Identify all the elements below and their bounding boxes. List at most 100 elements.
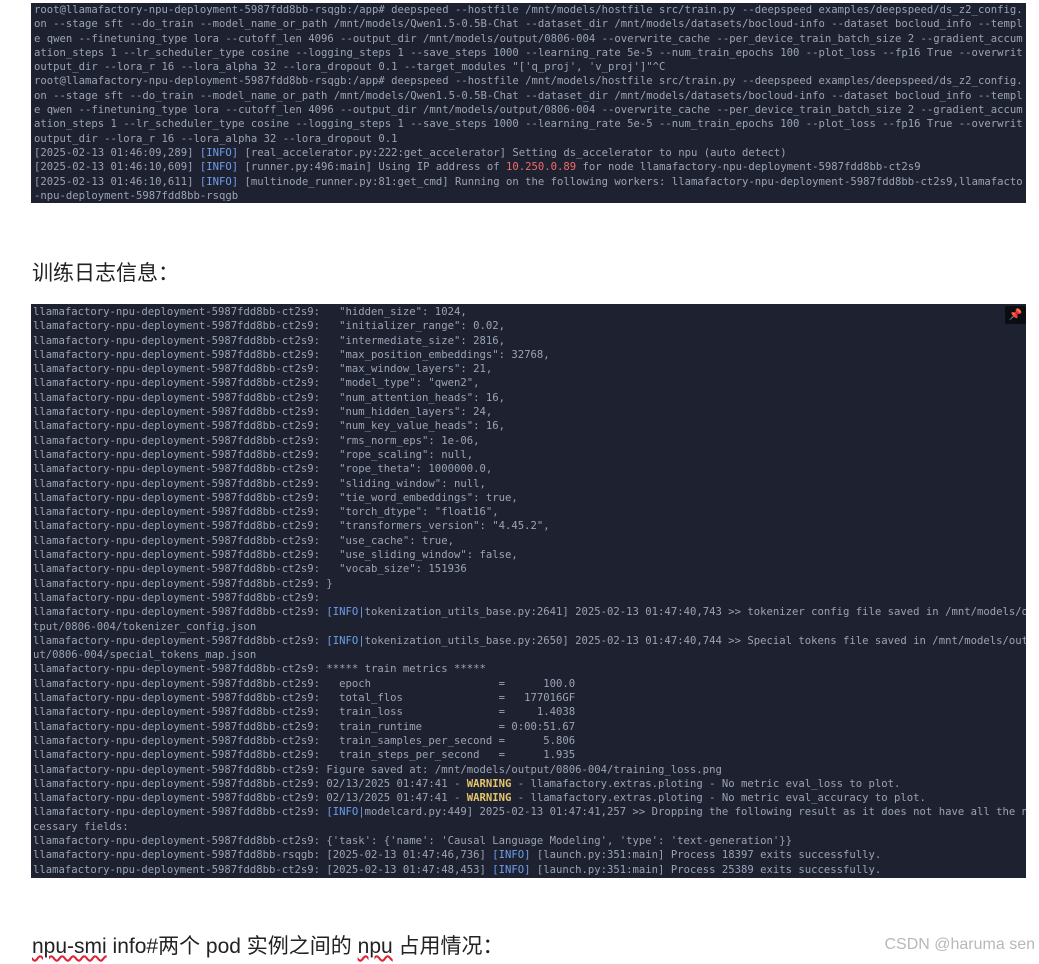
terminal-top-line: on --stage sft --do_train --model_name_o… xyxy=(34,89,1023,103)
log-text: llamafactory-npu-deployment-5987fdd8bb-c… xyxy=(33,463,493,476)
log-text: - llamafactory.extras.ploting - No metri… xyxy=(511,777,901,790)
log-text: llamafactory-npu-deployment-5987fdd8bb-c… xyxy=(33,677,576,690)
log-text: llamafactory-npu-deployment-5987fdd8bb-c… xyxy=(33,777,467,790)
terminal-bottom-line: llamafactory-npu-deployment-5987fdd8bb-c… xyxy=(33,591,1026,605)
terminal-top-line: root@llamafactory-npu-deployment-5987fdd… xyxy=(34,74,1023,88)
caption-word-pod: pod xyxy=(205,935,241,958)
terminal-bottom-line: llamafactory-npu-deployment-5987fdd8bb-c… xyxy=(33,477,1026,491)
terminal-bottom-line: llamafactory-npu-deployment-5987fdd8bb-c… xyxy=(33,662,1026,676)
terminal-bottom-line: llamafactory-npu-deployment-5987fdd8bb-c… xyxy=(33,405,1026,419)
log-text: cessary fields: xyxy=(33,820,129,833)
log-text: on --stage sft --do_train --model_name_o… xyxy=(34,89,1023,102)
log-text: llamafactory-npu-deployment-5987fdd8bb-c… xyxy=(33,534,454,547)
log-text: modelcard.py:449] 2025-02-13 01:47:41,25… xyxy=(364,806,1026,819)
log-text: on --stage sft --do_train --model_name_o… xyxy=(34,18,1023,31)
log-text: llamafactory-npu-deployment-5987fdd8bb-c… xyxy=(33,391,505,404)
log-text: [real_accelerator.py:222:get_accelerator… xyxy=(238,146,787,159)
caption-text-2: 实例之间的 xyxy=(240,935,358,958)
log-text: llamafactory-npu-deployment-5987fdd8bb-c… xyxy=(33,363,493,376)
terminal-top-line: e qwen --finetuning_type lora --cutoff_l… xyxy=(34,32,1023,46)
log-text: llamafactory-npu-deployment-5987fdd8bb-c… xyxy=(33,549,518,562)
terminal-bottom-line: llamafactory-npu-deployment-5987fdd8bb-c… xyxy=(33,705,1026,719)
terminal-bottom-line: llamafactory-npu-deployment-5987fdd8bb-c… xyxy=(33,748,1026,762)
terminal-bottom-line: cessary fields: xyxy=(33,820,1026,834)
terminal-bottom-line: llamafactory-npu-deployment-5987fdd8bb-c… xyxy=(33,720,1026,734)
terminal-top-line: output_dir --lora_r 16 --lora_alpha 32 -… xyxy=(34,132,1023,146)
terminal-bottom-line: llamafactory-npu-deployment-5987fdd8bb-c… xyxy=(33,634,1026,648)
log-level-warning: WARNING xyxy=(466,777,512,790)
terminal-bottom-line: llamafactory-npu-deployment-5987fdd8bb-c… xyxy=(33,777,1026,791)
terminal-bottom-line: llamafactory-npu-deployment-5987fdd8bb-c… xyxy=(33,348,1026,362)
terminal-bottom-line: llamafactory-npu-deployment-5987fdd8bb-c… xyxy=(33,448,1026,462)
log-level-info: [INFO] xyxy=(199,146,239,159)
log-text: [runner.py:496:main] Using IP address of xyxy=(238,161,506,174)
log-text: - llamafactory.extras.ploting - No metri… xyxy=(511,792,926,805)
terminal-bottom-line: llamafactory-npu-deployment-5987fdd8bb-c… xyxy=(33,491,1026,505)
log-text: llamafactory-npu-deployment-5987fdd8bb-c… xyxy=(33,477,486,490)
log-text: tokenization_utils_base.py:2641] 2025-02… xyxy=(364,606,1026,619)
npu-usage-caption: npu-smi info#两个 pod 实例之间的 npu 占用情况： xyxy=(32,930,504,960)
terminal-bottom-line: llamafactory-npu-deployment-5987fdd8bb-c… xyxy=(33,605,1026,619)
log-text: llamafactory-npu-deployment-5987fdd8bb-c… xyxy=(33,491,518,504)
log-text: -npu-deployment-5987fdd8bb-rsqgb xyxy=(34,189,239,202)
log-text: llamafactory-npu-deployment-5987fdd8bb-c… xyxy=(33,591,321,604)
log-text: [2025-02-13 01:46:10,611] xyxy=(34,175,200,188)
log-text: llamafactory-npu-deployment-5987fdd8bb-c… xyxy=(33,520,550,533)
terminal-top-line: [2025-02-13 01:46:10,611] [INFO] [multin… xyxy=(34,175,1023,189)
log-text: llamafactory-npu-deployment-5987fdd8bb-c… xyxy=(33,448,474,461)
log-text: llamafactory-npu-deployment-5987fdd8bb-c… xyxy=(33,606,327,619)
log-text: llamafactory-npu-deployment-5987fdd8bb-c… xyxy=(33,506,499,519)
log-text: [launch.py:351:main] Process 25389 exits… xyxy=(530,863,882,876)
log-text: ation_steps 1 --lr_scheduler_type cosine… xyxy=(34,46,1023,59)
terminal-bottom-line: tput/0806-004/tokenizer_config.json xyxy=(33,620,1026,634)
terminal-top-line: [2025-02-13 01:46:09,289] [INFO] [real_a… xyxy=(34,146,1023,160)
log-text: llamafactory-npu-deployment-5987fdd8bb-c… xyxy=(33,320,505,333)
terminal-bottom-line: llamafactory-npu-deployment-5987fdd8bb-c… xyxy=(33,391,1026,405)
log-text: llamafactory-npu-deployment-5987fdd8bb-c… xyxy=(33,763,722,776)
terminal-bottom-line: llamafactory-npu-deployment-5987fdd8bb-c… xyxy=(33,434,1026,448)
log-text: output_dir --lora_r 16 --lora_alpha 32 -… xyxy=(34,61,666,74)
log-level-info: [INFO] xyxy=(492,849,531,862)
log-text: llamafactory-npu-deployment-5987fdd8bb-c… xyxy=(33,734,576,747)
log-text: root@llamafactory-npu-deployment-5987fdd… xyxy=(34,75,1023,88)
log-text: llamafactory-npu-deployment-5987fdd8bb-c… xyxy=(33,749,576,762)
terminal-top-line: ation_steps 1 --lr_scheduler_type cosine… xyxy=(34,46,1023,60)
log-text: llamafactory-npu-deployment-5987fdd8bb-c… xyxy=(33,720,576,733)
terminal-top-line: ation_steps 1 --lr_scheduler_type cosine… xyxy=(34,117,1023,131)
caption-word-npu-smi: npu-smi xyxy=(32,935,107,958)
log-text: llamafactory-npu-deployment-5987fdd8bb-c… xyxy=(33,434,480,447)
terminal-bottom-line: llamafactory-npu-deployment-5987fdd8bb-c… xyxy=(33,505,1026,519)
log-text: e qwen --finetuning_type lora --cutoff_l… xyxy=(34,104,1023,117)
terminal-bottom-line: llamafactory-npu-deployment-5987fdd8bb-c… xyxy=(33,763,1026,777)
log-text: llamafactory-npu-deployment-5987fdd8bb-c… xyxy=(33,834,792,847)
terminal-top-line: root@llamafactory-npu-deployment-5987fdd… xyxy=(34,3,1023,17)
terminal-top-line: e qwen --finetuning_type lora --cutoff_l… xyxy=(34,103,1023,117)
log-level-info: [INFO] xyxy=(199,161,239,174)
log-level-warning: WARNING xyxy=(466,792,512,805)
log-text: llamafactory-npu-deployment-5987fdd8bb-r… xyxy=(33,849,493,862)
log-text: [multinode_runner.py:81:get_cmd] Running… xyxy=(238,175,1023,188)
terminal-bottom-line: llamafactory-npu-deployment-5987fdd8bb-c… xyxy=(33,863,1026,877)
log-text: llamafactory-npu-deployment-5987fdd8bb-c… xyxy=(33,706,576,719)
log-text: tput/0806-004/tokenizer_config.json xyxy=(33,620,257,633)
terminal-bottom-line: ut/0806-004/special_tokens_map.json xyxy=(33,648,1026,662)
log-text: [launch.py:351:main] Process 18397 exits… xyxy=(530,849,882,862)
log-text: llamafactory-npu-deployment-5987fdd8bb-c… xyxy=(33,577,333,590)
terminal-bottom-line: llamafactory-npu-deployment-5987fdd8bb-c… xyxy=(33,577,1026,591)
caption-word-npu: npu xyxy=(357,935,393,958)
terminal-bottom-line: llamafactory-npu-deployment-5987fdd8bb-c… xyxy=(33,548,1026,562)
watermark: CSDN @haruma sen xyxy=(884,936,1035,953)
terminal-bottom-line: llamafactory-npu-deployment-5987fdd8bb-r… xyxy=(33,848,1026,862)
terminal-bottom-line: llamafactory-npu-deployment-5987fdd8bb-c… xyxy=(33,691,1026,705)
caption-text-3: 占用情况： xyxy=(392,935,504,958)
log-level-info: [INFO] xyxy=(199,175,239,188)
terminal-bottom-line: llamafactory-npu-deployment-5987fdd8bb-c… xyxy=(33,419,1026,433)
log-text: tokenization_utils_base.py:2650] 2025-02… xyxy=(364,634,1026,647)
log-text: llamafactory-npu-deployment-5987fdd8bb-c… xyxy=(33,792,467,805)
terminal-bottom-line: llamafactory-npu-deployment-5987fdd8bb-c… xyxy=(33,334,1026,348)
terminal-top-line: on --stage sft --do_train --model_name_o… xyxy=(34,17,1023,31)
terminal-bottom-line: llamafactory-npu-deployment-5987fdd8bb-c… xyxy=(33,305,1026,319)
section-heading: 训练日志信息： xyxy=(32,261,179,285)
log-text: root@llamafactory-npu-deployment-5987fdd… xyxy=(34,4,1023,16)
log-text: for node llamafactory-npu-deployment-598… xyxy=(576,161,921,174)
